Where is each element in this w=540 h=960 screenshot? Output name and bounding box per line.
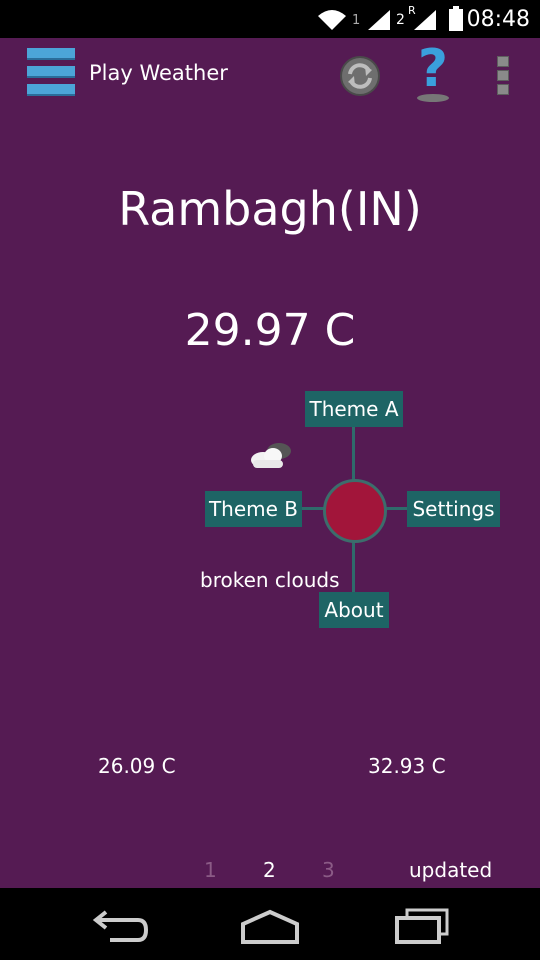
update-status: updated — [409, 858, 493, 882]
help-icon[interactable]: ? — [410, 42, 456, 104]
about-button[interactable]: About — [319, 592, 389, 628]
theme-a-button[interactable]: Theme A — [305, 391, 403, 427]
weather-description: broken clouds — [200, 568, 340, 592]
home-icon[interactable] — [235, 904, 305, 946]
sim2-label: 2 — [396, 12, 405, 28]
recents-icon[interactable] — [385, 904, 455, 946]
radial-menu-center-button[interactable] — [323, 479, 387, 543]
sim1-label: 1 — [352, 13, 361, 28]
current-temperature: 29.97 C — [184, 305, 356, 356]
action-bar: Play Weather ? — [0, 38, 540, 110]
battery-icon — [449, 6, 463, 31]
min-temperature: 26.09 C — [98, 754, 176, 778]
page-indicator-3[interactable]: 3 — [322, 858, 335, 882]
page-indicator-1[interactable]: 1 — [204, 858, 217, 882]
page-indicator-2[interactable]: 2 — [263, 858, 276, 882]
navigation-bar — [0, 888, 540, 960]
back-icon[interactable] — [88, 904, 158, 946]
signal-icon — [414, 10, 436, 30]
refresh-icon[interactable] — [338, 54, 382, 98]
theme-b-button[interactable]: Theme B — [205, 491, 302, 527]
status-time: 08:48 — [466, 7, 530, 32]
wifi-icon — [318, 10, 346, 30]
app-surface: Play Weather ? Rambagh(IN) 29.97 C Theme… — [0, 38, 540, 888]
signal-icon — [368, 10, 390, 30]
menu-icon[interactable] — [27, 48, 77, 98]
broken-clouds-icon — [251, 443, 291, 468]
city-name: Rambagh(IN) — [118, 182, 422, 236]
overflow-icon[interactable] — [492, 56, 514, 95]
max-temperature: 32.93 C — [368, 754, 446, 778]
app-title: Play Weather — [89, 61, 228, 85]
settings-button[interactable]: Settings — [407, 491, 500, 527]
status-bar: 1 2 R 08:48 — [0, 0, 540, 38]
svg-text:?: ? — [418, 42, 448, 99]
